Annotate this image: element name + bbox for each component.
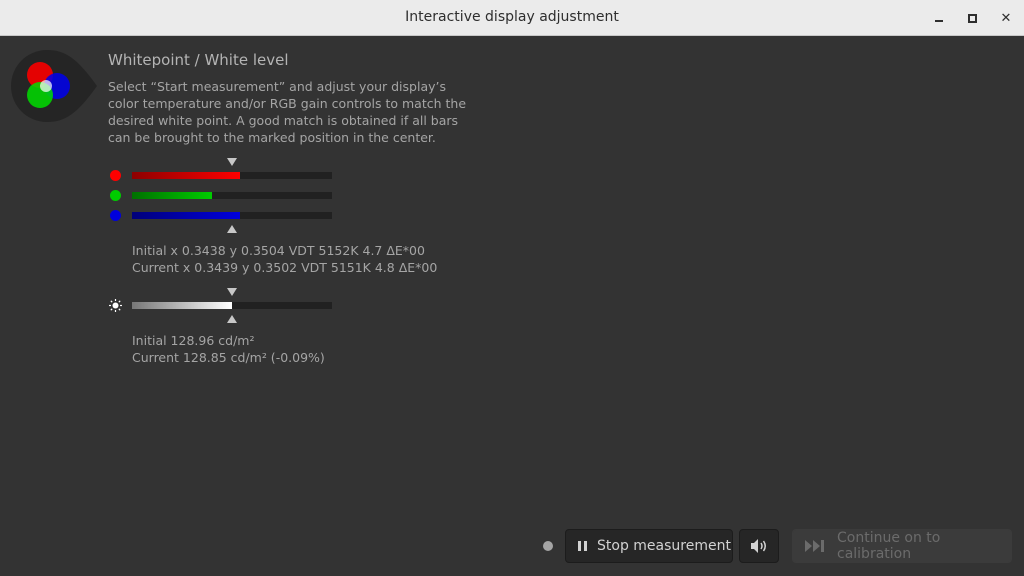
red-bar-track [132, 172, 332, 179]
stop-measurement-label: Stop measurement [597, 538, 731, 554]
luminance-target-marker-top [227, 288, 237, 296]
green-bar-fill [132, 192, 212, 199]
luminance-target-marker-bottom [227, 315, 237, 323]
close-icon: ✕ [1000, 10, 1012, 26]
maximize-button[interactable] [960, 6, 984, 30]
blue-channel-dot [110, 210, 121, 221]
red-channel-dot [110, 170, 121, 181]
measurement-status-indicator [543, 541, 553, 551]
stop-measurement-button[interactable]: Stop measurement [565, 529, 733, 563]
red-bar-fill [132, 172, 240, 179]
window-title: Interactive display adjustment [405, 9, 619, 25]
rgb-target-marker-bottom [227, 225, 237, 233]
continue-calibration-label: Continue on to calibration [837, 530, 941, 562]
luminance-bar-track [132, 302, 332, 309]
window-titlebar: Interactive display adjustment ✕ [0, 0, 1024, 36]
speaker-icon [751, 539, 766, 553]
maximize-icon [967, 13, 977, 23]
section-description: Select “Start measurement” and adjust yo… [108, 79, 467, 145]
blue-bar-fill [132, 212, 240, 219]
green-bar-track [132, 192, 332, 199]
rgb-logo-icon [11, 50, 97, 122]
continue-calibration-button[interactable]: Continue on to calibration [792, 529, 1012, 563]
skip-forward-icon [805, 540, 827, 552]
luminance-initial-readout: Initial 128.96 cd/m² [132, 333, 255, 348]
minimize-button[interactable] [927, 6, 951, 30]
section-heading: Whitepoint / White level [108, 51, 289, 69]
green-channel-dot [110, 190, 121, 201]
minimize-icon [935, 20, 943, 22]
blue-bar-track [132, 212, 332, 219]
rgb-target-marker-top [227, 158, 237, 166]
sound-toggle-button[interactable] [739, 529, 779, 563]
luminance-current-readout: Current 128.85 cd/m² (-0.09%) [132, 350, 325, 365]
pause-icon [578, 541, 587, 551]
brightness-icon [109, 299, 122, 312]
luminance-bar-fill [132, 302, 232, 309]
close-button[interactable]: ✕ [994, 6, 1018, 30]
whitepoint-initial-readout: Initial x 0.3438 y 0.3504 VDT 5152K 4.7 … [132, 243, 425, 258]
whitepoint-current-readout: Current x 0.3439 y 0.3502 VDT 5151K 4.8 … [132, 260, 438, 275]
